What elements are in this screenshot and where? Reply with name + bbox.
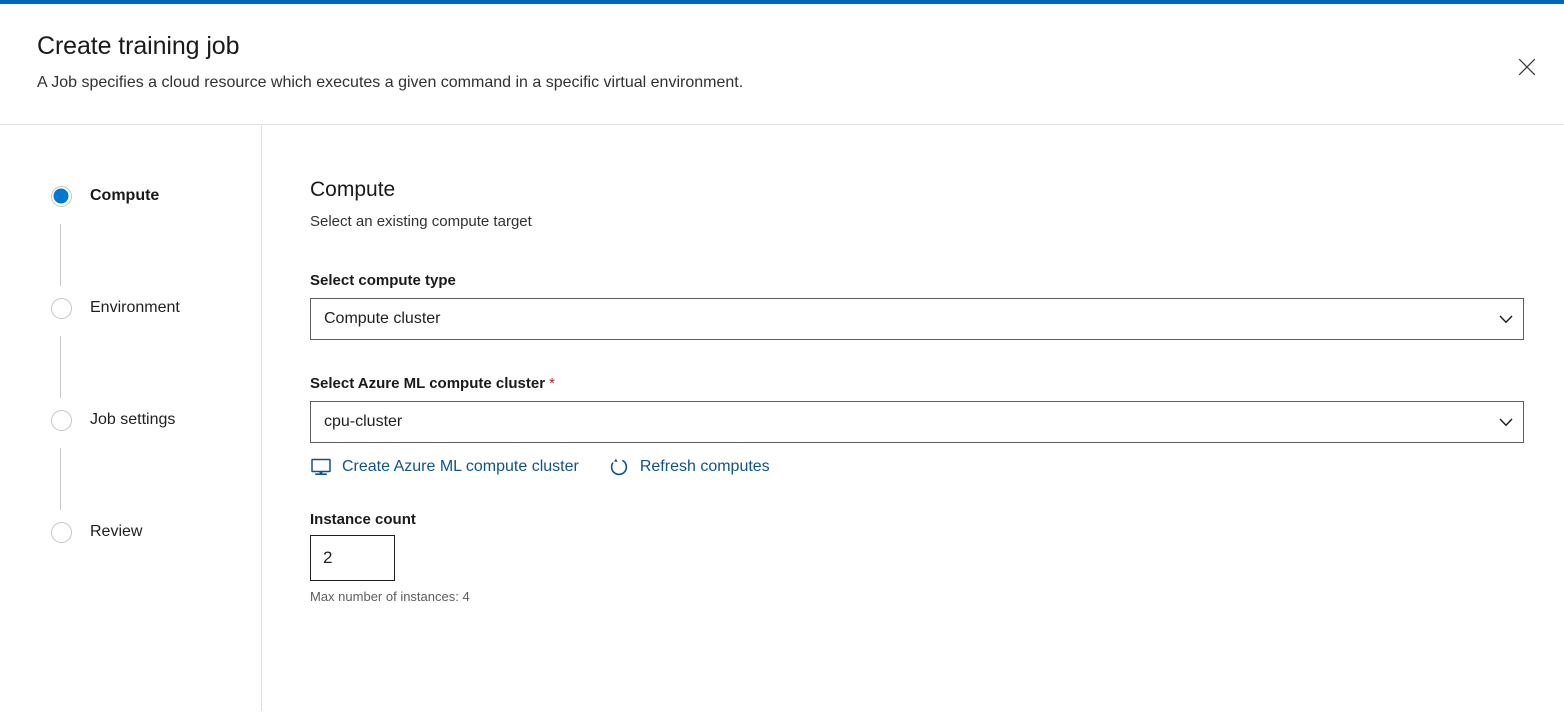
step-bullet-compute bbox=[50, 185, 72, 207]
instance-count-field-wrap bbox=[310, 535, 395, 581]
compute-cluster-dropdown[interactable]: cpu-cluster bbox=[310, 401, 1524, 443]
stepper-connector-2 bbox=[60, 336, 61, 398]
instance-count-input[interactable] bbox=[310, 535, 395, 581]
close-icon bbox=[1518, 58, 1536, 76]
panel-header: Create training job A Job specifies a cl… bbox=[0, 4, 1564, 125]
radio-outer-icon bbox=[51, 298, 72, 319]
page-subtitle: A Job specifies a cloud resource which e… bbox=[37, 72, 743, 94]
close-button[interactable] bbox=[1506, 46, 1548, 88]
sidebar-item-job-settings[interactable]: Job settings bbox=[50, 408, 261, 432]
page-title: Create training job bbox=[37, 30, 239, 62]
compute-type-label: Select compute type bbox=[310, 271, 456, 291]
radio-outer-icon bbox=[51, 522, 72, 543]
sidebar-item-review[interactable]: Review bbox=[50, 520, 261, 544]
radio-outer-icon bbox=[51, 410, 72, 431]
sidebar-item-label: Job settings bbox=[90, 409, 175, 431]
sidebar-item-label: Review bbox=[90, 521, 142, 543]
radio-filled-icon bbox=[54, 189, 69, 204]
create-compute-cluster-link[interactable]: Create Azure ML compute cluster bbox=[309, 456, 579, 478]
refresh-computes-link[interactable]: Refresh computes bbox=[607, 456, 770, 478]
wizard-stepper: Compute Environment Job settings bbox=[0, 126, 261, 715]
create-training-job-panel: Create training job A Job specifies a cl… bbox=[0, 0, 1564, 715]
sidebar-item-compute[interactable]: Compute bbox=[50, 184, 261, 208]
chevron-down-icon[interactable] bbox=[1489, 315, 1523, 324]
instance-count-label: Instance count bbox=[310, 510, 416, 530]
sidebar-item-environment[interactable]: Environment bbox=[50, 296, 261, 320]
compute-type-value: Compute cluster bbox=[311, 308, 1489, 330]
stepper-connector-3 bbox=[60, 448, 61, 510]
create-compute-cluster-label: Create Azure ML compute cluster bbox=[342, 456, 579, 478]
compute-type-dropdown[interactable]: Compute cluster bbox=[310, 298, 1524, 340]
compute-cluster-label-text: Select Azure ML compute cluster bbox=[310, 375, 545, 392]
compute-cluster-label: Select Azure ML compute cluster* bbox=[310, 374, 555, 394]
sidebar-item-label: Compute bbox=[90, 185, 159, 207]
instance-count-helper-text: Max number of instances: 4 bbox=[310, 588, 470, 606]
monitor-icon bbox=[309, 456, 333, 478]
stepper-connector-1 bbox=[60, 224, 61, 286]
panel-body: Compute Environment Job settings bbox=[0, 126, 1564, 715]
step-bullet-job-settings bbox=[50, 409, 72, 431]
compute-cluster-value: cpu-cluster bbox=[311, 411, 1489, 433]
section-title: Compute bbox=[310, 176, 395, 204]
compute-step-form: Compute Select an existing compute targe… bbox=[262, 126, 1564, 715]
refresh-computes-label: Refresh computes bbox=[640, 456, 770, 478]
section-subtitle: Select an existing compute target bbox=[310, 212, 532, 232]
required-asterisk: * bbox=[549, 375, 555, 392]
chevron-down-icon[interactable] bbox=[1489, 418, 1523, 427]
compute-actions-row: Create Azure ML compute cluster Refresh … bbox=[309, 456, 770, 478]
sidebar-item-label: Environment bbox=[90, 297, 180, 319]
step-bullet-review bbox=[50, 521, 72, 543]
refresh-icon bbox=[607, 456, 631, 478]
step-bullet-environment bbox=[50, 297, 72, 319]
